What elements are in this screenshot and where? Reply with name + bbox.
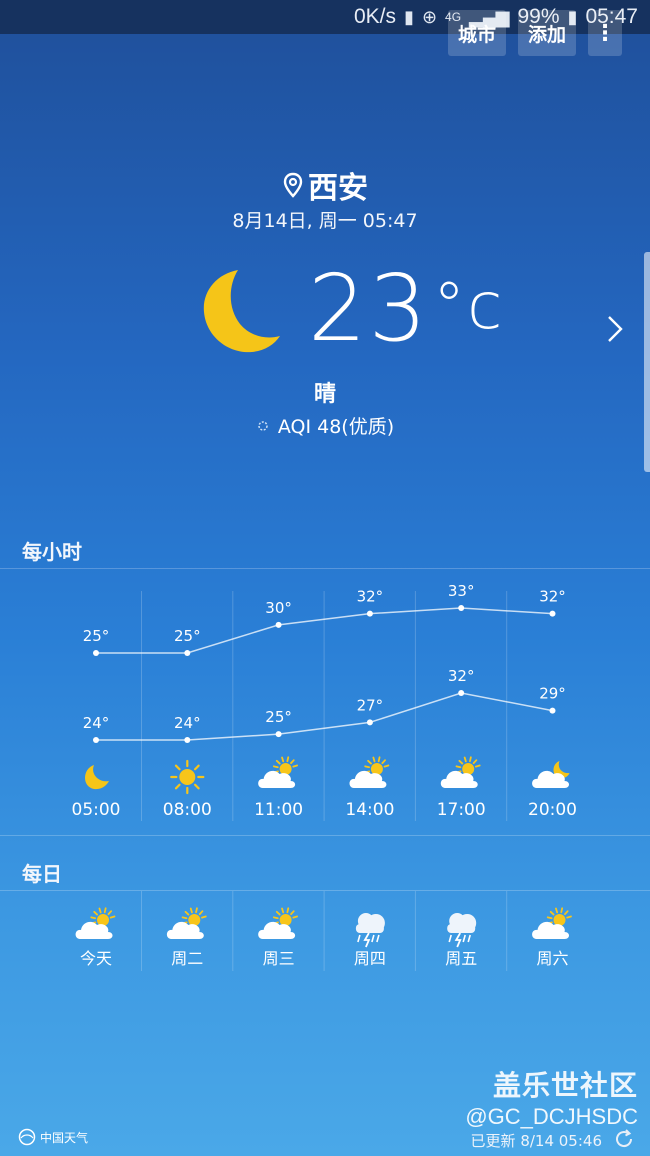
data-saver-icon: ⊕ <box>421 6 438 27</box>
low-temp-point <box>184 737 191 743</box>
high-temp-point <box>549 610 556 617</box>
high-temp-label: 30° <box>265 599 292 617</box>
hour-label: 05:00 <box>72 800 121 820</box>
partly-cloudy-icon <box>75 907 116 939</box>
thunderstorm-icon <box>447 913 477 948</box>
partly-cloudy-icon <box>440 756 481 788</box>
hour-label: 11:00 <box>254 800 303 820</box>
chevron-right-icon[interactable] <box>606 314 624 344</box>
high-temp-label: 32° <box>539 588 566 606</box>
hourly-chart: 25° 25° 30° 32° 33° 32° 24° 24° 25° 27° 32° 29° 05:0… <box>72 582 577 821</box>
current-temperature: 23°c <box>308 252 504 364</box>
hourly-title: 每小时 <box>22 540 82 564</box>
low-temp-label: 24° <box>83 714 110 732</box>
aqi-dot-icon <box>258 420 268 431</box>
temperature-value: 23 <box>308 255 430 362</box>
day-label: 周三 <box>263 949 295 968</box>
low-temp-label: 24° <box>174 714 201 732</box>
moon-icon <box>85 765 109 790</box>
hourly-panel[interactable]: 25° 25° 30° 32° 33° 32° 24° 24° 25° 27° 32° 29° 05:0… <box>0 568 650 836</box>
day-label: 周二 <box>171 949 203 968</box>
sun-icon <box>170 759 205 795</box>
daily-panel[interactable]: 今天 周二 周三 周四 周五 周六 <box>0 890 650 971</box>
high-temp-label: 33° <box>448 582 475 600</box>
aqi-row[interactable]: AQI 48(优质) <box>0 412 650 439</box>
current-condition: 晴 <box>313 382 336 407</box>
low-temp-label: 32° <box>448 667 475 685</box>
low-temp-label: 27° <box>357 696 384 714</box>
brand-name: 中国天气 <box>40 1130 89 1145</box>
daily-title: 每日 <box>22 862 62 886</box>
battery-saver-icon: ▮ <box>404 6 414 27</box>
hour-label: 14:00 <box>345 800 394 820</box>
footer-bar: 中国天气 已更新 8/14 05:46 <box>0 1124 650 1156</box>
daily-icons: 今天 周二 周三 周四 周五 周六 <box>75 891 572 971</box>
more-menu-button[interactable]: ⋮ <box>588 10 622 56</box>
net-speed: 0K/s <box>354 5 397 28</box>
high-temp-point <box>184 650 191 656</box>
hour-label: 17:00 <box>437 800 486 820</box>
update-time: 已更新 8/14 05:46 <box>470 1132 602 1150</box>
partly-cloudy-icon <box>349 756 390 788</box>
day-label: 周五 <box>445 949 477 968</box>
add-button[interactable]: 添加 <box>517 10 576 56</box>
day-label: 周六 <box>536 949 568 968</box>
high-temp-label: 25° <box>174 627 201 645</box>
day-label: 今天 <box>80 949 112 968</box>
high-temp-point <box>366 610 373 617</box>
high-temp-label: 25° <box>83 627 110 645</box>
partly-cloudy-icon <box>532 907 572 939</box>
weather-china-logo-icon <box>18 1128 36 1146</box>
low-temp-point <box>458 690 465 696</box>
partly-cloudy-night-icon <box>532 761 570 788</box>
temperature-unit: °c <box>433 270 505 344</box>
location-pin-icon <box>283 172 303 198</box>
hour-label: 20:00 <box>528 800 577 820</box>
refresh-icon[interactable] <box>612 1127 636 1151</box>
city-button[interactable]: 城市 <box>447 10 506 56</box>
high-temp-point <box>93 650 99 656</box>
high-temp-label: 32° <box>357 588 384 606</box>
low-temp-label: 25° <box>265 708 292 726</box>
low-temp-label: 29° <box>539 685 566 703</box>
high-temp-point <box>275 621 282 628</box>
partly-cloudy-icon <box>258 907 298 939</box>
low-temp-point <box>366 719 373 726</box>
low-temp-point <box>93 737 99 743</box>
edge-panel-handle[interactable] <box>644 252 650 472</box>
moon-icon <box>203 270 280 353</box>
top-actions: 城市 添加 ⋮ <box>447 10 622 56</box>
city-name: 西安 <box>308 171 368 206</box>
low-temp-point <box>275 731 282 738</box>
high-temp-point <box>458 605 465 611</box>
brand-logo[interactable]: 中国天气 <box>18 1128 88 1146</box>
city-header[interactable]: 西安 <box>0 163 650 207</box>
day-label: 周四 <box>354 949 386 968</box>
thunderstorm-icon <box>355 913 385 948</box>
partly-cloudy-icon <box>166 907 207 939</box>
aqi-value: AQI 48(优质) <box>277 416 395 438</box>
partly-cloudy-icon <box>258 756 298 788</box>
current-datetime: 8月14日, 周一 05:47 <box>232 210 418 232</box>
low-temp-point <box>549 707 556 714</box>
hour-label: 08:00 <box>163 800 212 820</box>
watermark-main: 盖乐世社区 <box>492 1069 638 1102</box>
